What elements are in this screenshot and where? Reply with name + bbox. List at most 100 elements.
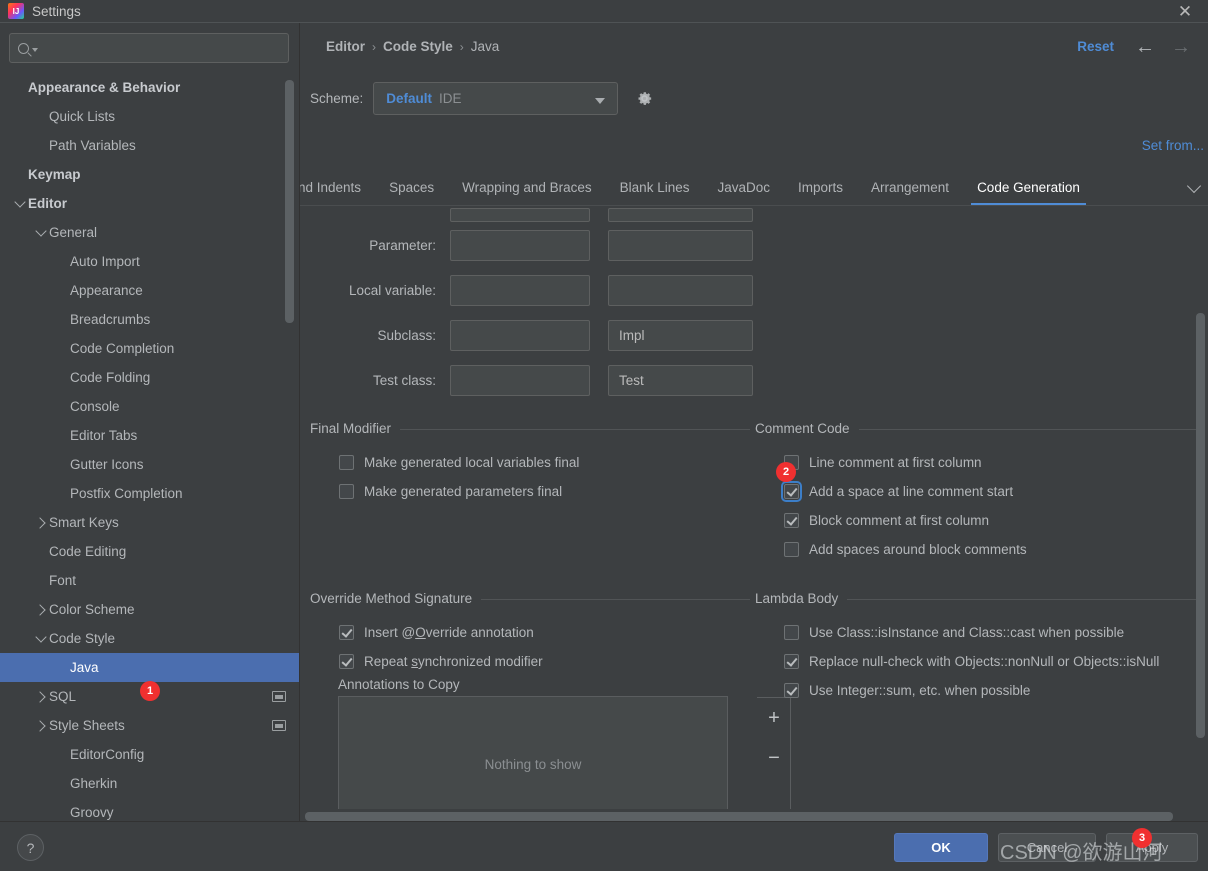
comment-code-title: Comment Code [755,421,1200,436]
comment-code-checkbox-row[interactable]: Line comment at first column [784,448,1200,477]
remove-annotation-button[interactable]: − [757,738,791,778]
chevron-down-icon[interactable] [1180,170,1208,205]
comment-code-checkbox[interactable] [784,513,799,528]
tab-imports[interactable]: Imports [784,170,857,205]
sidebar-item-smart-keys[interactable]: Smart Keys [0,508,300,537]
naming-suffix-input[interactable] [608,230,753,261]
comment-code-checkbox-row[interactable]: Add spaces around block comments [784,535,1200,564]
tab-arrangement[interactable]: Arrangement [857,170,963,205]
tab-code-generation[interactable]: Code Generation [963,170,1094,205]
comment-code-checkbox[interactable] [781,481,802,502]
sidebar-item-color-scheme[interactable]: Color Scheme [0,595,300,624]
content-vertical-scrollbar-thumb[interactable] [1196,313,1205,738]
sidebar-item-groovy[interactable]: Groovy [0,798,300,821]
sidebar-item-general[interactable]: General [0,218,300,247]
naming-prefix-input[interactable] [450,230,590,261]
sidebar-item-code-editing[interactable]: Code Editing [0,537,300,566]
breadcrumb-item-editor[interactable]: Editor [326,39,365,54]
reset-button[interactable]: Reset [1077,39,1114,54]
sidebar-item-gutter-icons[interactable]: Gutter Icons [0,450,300,479]
final-modifier-checkbox-label: Make generated parameters final [364,484,563,499]
sidebar-item-breadcrumbs[interactable]: Breadcrumbs [0,305,300,334]
set-from-link[interactable]: Set from... [1142,138,1204,153]
sidebar-item-auto-import[interactable]: Auto Import [0,247,300,276]
final-modifier-checkbox-row[interactable]: Make generated parameters final [339,477,750,506]
override-method-checkbox-row[interactable]: Insert @Override annotation [339,618,750,647]
naming-suffix-input[interactable]: Impl [608,320,753,351]
lambda-body-checkbox-row[interactable]: Replace null-check with Objects::nonNull… [784,647,1200,676]
arrow-left-icon[interactable]: ← [1132,34,1158,60]
chevron-right-icon[interactable] [33,602,49,618]
close-icon[interactable]: ✕ [1172,1,1198,21]
final-modifier-checkbox[interactable] [339,455,354,470]
annotations-to-copy-list[interactable]: Nothing to show + − [338,696,791,821]
sidebar-item-appearance[interactable]: Appearance [0,276,300,305]
naming-prefix-input[interactable] [450,275,590,306]
chevron-right-icon[interactable] [33,515,49,531]
lambda-body-checkbox-row[interactable]: Use Class::isInstance and Class::cast wh… [784,618,1200,647]
content-horizontal-scrollbar-thumb[interactable] [305,812,1173,821]
sidebar-item-postfix-completion[interactable]: Postfix Completion [0,479,300,508]
chevron-down-icon[interactable] [33,631,49,647]
search-box[interactable] [9,33,289,63]
sidebar-item-font[interactable]: Font [0,566,300,595]
lambda-body-checkbox-row[interactable]: Use Integer::sum, etc. when possible [784,676,1200,705]
override-method-checkbox-row[interactable]: Repeat synchronized modifier [339,647,750,676]
tab-blank-lines[interactable]: Blank Lines [606,170,704,205]
naming-suffix-input[interactable] [608,275,753,306]
naming-suffix-input[interactable] [608,207,753,222]
final-modifier-checkbox[interactable] [339,484,354,499]
search-icon [18,42,29,54]
content-horizontal-scrollbar-track[interactable] [300,809,1208,821]
sidebar-item-console[interactable]: Console [0,392,300,421]
sidebar-item-code-style[interactable]: Code Style [0,624,300,653]
sidebar-item-editorconfig[interactable]: EditorConfig [0,740,300,769]
tab-spaces[interactable]: Spaces [375,170,448,205]
sidebar-item-editor[interactable]: Editor [0,189,300,218]
naming-prefix-input[interactable] [450,320,590,351]
sidebar-item-keymap[interactable]: Keymap [0,160,300,189]
sidebar-item-appearance-behavior[interactable]: Appearance & Behavior [0,73,300,102]
lambda-body-checkbox-label: Use Integer::sum, etc. when possible [809,683,1031,698]
override-method-checkbox[interactable] [339,625,354,640]
naming-suffix-input[interactable]: Test [608,365,753,396]
chevron-down-icon[interactable] [12,196,28,212]
tab-nd-indents[interactable]: nd Indents [300,170,375,205]
sidebar-item-style-sheets[interactable]: Style Sheets [0,711,300,740]
chevron-right-icon[interactable] [33,689,49,705]
chevron-down-icon[interactable] [33,225,49,241]
tab-wrapping-and-braces[interactable]: Wrapping and Braces [448,170,606,205]
sidebar-item-label: Breadcrumbs [70,312,151,327]
comment-code-checkbox-row[interactable]: Block comment at first column [784,506,1200,535]
sidebar-item-code-folding[interactable]: Code Folding [0,363,300,392]
ok-button[interactable]: OK [894,833,988,862]
sidebar-item-path-variables[interactable]: Path Variables [0,131,300,160]
lambda-body-checkbox[interactable] [784,625,799,640]
gear-icon[interactable] [634,89,654,109]
sidebar-scrollbar-thumb[interactable] [285,80,294,323]
breadcrumb-item-code-style[interactable]: Code Style [383,39,453,54]
override-method-checkbox[interactable] [339,654,354,669]
scheme-dropdown[interactable]: Default IDE [373,82,619,115]
search-input[interactable] [38,40,288,56]
sidebar-item-editor-tabs[interactable]: Editor Tabs [0,421,300,450]
lambda-body-checkbox[interactable] [784,654,799,669]
sidebar-item-label: Code Folding [70,370,151,385]
sidebar-item-gherkin[interactable]: Gherkin [0,769,300,798]
help-button[interactable]: ? [17,834,44,861]
sidebar-item-quick-lists[interactable]: Quick Lists [0,102,300,131]
final-modifier-checkbox-row[interactable]: Make generated local variables final [339,448,750,477]
override-method-checkbox-label: Insert @Override annotation [364,625,534,640]
lambda-body-checkbox[interactable] [784,683,799,698]
comment-code-checkbox-row[interactable]: Add a space at line comment start [781,477,1200,506]
sidebar-item-java[interactable]: Java [0,653,300,682]
naming-prefix-input[interactable] [450,207,590,222]
naming-prefix-input[interactable] [450,365,590,396]
tab-label: Arrangement [871,180,950,195]
tab-javadoc[interactable]: JavaDoc [703,170,784,205]
chevron-right-icon[interactable] [33,718,49,734]
comment-code-checkbox[interactable] [784,542,799,557]
sidebar-item-code-completion[interactable]: Code Completion [0,334,300,363]
